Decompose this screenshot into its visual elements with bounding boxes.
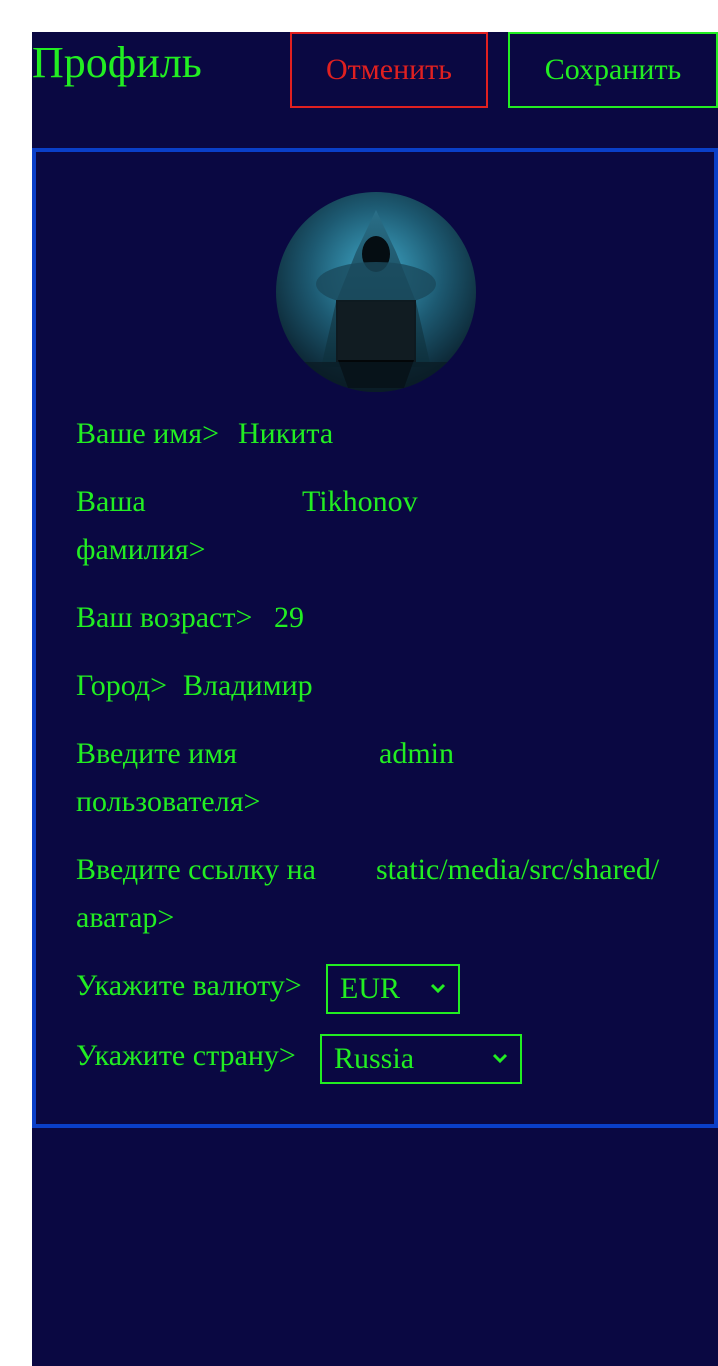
last-name-label: Ваша фамилия> <box>76 485 206 566</box>
hooded-hacker-icon <box>276 192 476 392</box>
age-row: Ваш возраст> 29 <box>76 594 676 642</box>
currency-label: Укажите валюту> <box>76 969 302 1002</box>
city-row: Город> Владимир <box>76 662 676 710</box>
avatar-url-value[interactable]: static/media/src/shared/ <box>376 846 674 894</box>
country-row: Укажите страну> Russia <box>76 1032 676 1084</box>
currency-row: Укажите валюту> EUR <box>76 962 676 1014</box>
currency-select[interactable]: EUR <box>326 964 460 1014</box>
avatar-url-row: Введите ссылку на аватар> static/media/s… <box>76 846 676 942</box>
chevron-down-icon <box>492 1053 508 1064</box>
city-value[interactable]: Владимир <box>183 662 313 710</box>
cancel-button[interactable]: Отменить <box>290 32 488 108</box>
username-label: Введите имя пользователя> <box>76 737 261 818</box>
first-name-value[interactable]: Никита <box>238 410 333 458</box>
country-selected-value: Russia <box>334 1042 415 1075</box>
currency-selected-value: EUR <box>340 972 400 1005</box>
avatar-url-label: Введите ссылку на аватар> <box>76 853 316 934</box>
age-value[interactable]: 29 <box>274 594 304 642</box>
save-button[interactable]: Сохранить <box>508 32 718 108</box>
page-title: Профиль <box>32 38 202 87</box>
age-label: Ваш возраст> <box>76 601 253 634</box>
last-name-row: Ваша фамилия> Tikhonov <box>76 478 676 574</box>
country-select[interactable]: Russia <box>320 1034 522 1084</box>
avatar <box>276 192 476 392</box>
country-label: Укажите страну> <box>76 1039 296 1072</box>
first-name-label: Ваше имя> <box>76 417 219 450</box>
chevron-down-icon <box>430 983 446 994</box>
profile-page: Профиль Отменить Сохранить Ваше имя> Ник… <box>32 32 718 1366</box>
username-value[interactable]: admin <box>379 730 454 778</box>
username-row: Введите имя пользователя> admin <box>76 730 676 826</box>
city-label: Город> <box>76 669 168 702</box>
first-name-row: Ваше имя> Никита <box>76 410 676 458</box>
profile-card: Ваше имя> Никита Ваша фамилия> Tikhonov … <box>32 148 718 1128</box>
last-name-value[interactable]: Tikhonov <box>302 478 418 526</box>
